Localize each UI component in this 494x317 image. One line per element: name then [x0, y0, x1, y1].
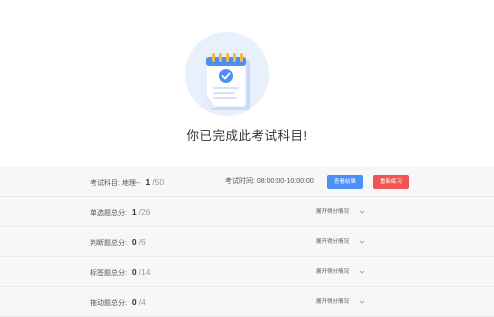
notepad-check-icon: [200, 53, 250, 110]
section-score-value: 0: [131, 267, 137, 277]
section-score-total: /4: [138, 297, 146, 307]
exam-subject: 考试科目: 地理-- 1/50: [90, 167, 164, 197]
section-row-drag: 拖动题总分: 0/4 展开得分情况: [0, 287, 494, 317]
expand-label: 展开得分情况: [316, 299, 350, 305]
chevron-down-icon: [359, 210, 364, 214]
section-label: 判断题总分:: [90, 240, 127, 247]
chevron-down-icon: [359, 300, 364, 304]
section-score-total: /14: [138, 267, 151, 277]
view-result-button[interactable]: 查看结果: [327, 175, 364, 189]
section-score-total: /6: [138, 237, 146, 247]
subject-label: 考试科目:: [90, 180, 120, 187]
result-panel: 考试科目: 地理-- 1/50 考试时间: 08:00:00-10:00:00 …: [0, 167, 494, 317]
retake-button[interactable]: 重新练习: [373, 175, 410, 189]
time-value: 08:00:00-10:00:00: [256, 178, 314, 185]
chevron-down-icon: [359, 270, 364, 274]
expand-score-details-button[interactable]: 展开得分情况: [316, 197, 365, 227]
section-row-label: 标签题总分: 0/14 展开得分情况: [0, 257, 494, 287]
section-score-value: 0: [131, 297, 137, 307]
expand-score-details-button[interactable]: 展开得分情况: [316, 257, 365, 287]
section-score: 判断题总分: 0/6: [90, 227, 146, 257]
section-score-value: 0: [131, 237, 137, 247]
exam-total: /50: [152, 177, 165, 187]
exam-time: 考试时间: 08:00:00-10:00:00: [225, 167, 314, 197]
expand-score-details-button[interactable]: 展开得分情况: [316, 287, 365, 317]
expand-score-details-button[interactable]: 展开得分情况: [316, 227, 365, 257]
section-label: 拖动题总分:: [90, 300, 127, 307]
completion-hero: 你已完成此考试科目!: [0, 0, 494, 165]
expand-label: 展开得分情况: [316, 239, 350, 245]
section-row-single-choice: 单选题总分: 1/26 展开得分情况: [0, 197, 494, 227]
section-score: 拖动题总分: 0/4: [90, 287, 146, 317]
chevron-down-icon: [359, 240, 364, 244]
exam-summary-row: 考试科目: 地理-- 1/50 考试时间: 08:00:00-10:00:00 …: [0, 167, 494, 197]
completion-message: 你已完成此考试科目!: [186, 129, 308, 143]
exam-score: 1: [145, 177, 151, 187]
expand-label: 展开得分情况: [316, 209, 350, 215]
section-score-value: 1: [131, 207, 137, 217]
expand-label: 展开得分情况: [316, 269, 350, 275]
time-label: 考试时间:: [225, 178, 255, 185]
section-label: 单选题总分:: [90, 210, 127, 217]
section-score: 标签题总分: 0/14: [90, 257, 150, 287]
section-row-true-false: 判断题总分: 0/6 展开得分情况: [0, 227, 494, 257]
section-label: 标签题总分:: [90, 270, 127, 277]
section-score: 单选题总分: 1/26: [90, 197, 150, 227]
subject-name: 地理--: [121, 180, 141, 187]
section-score-total: /26: [138, 207, 151, 217]
